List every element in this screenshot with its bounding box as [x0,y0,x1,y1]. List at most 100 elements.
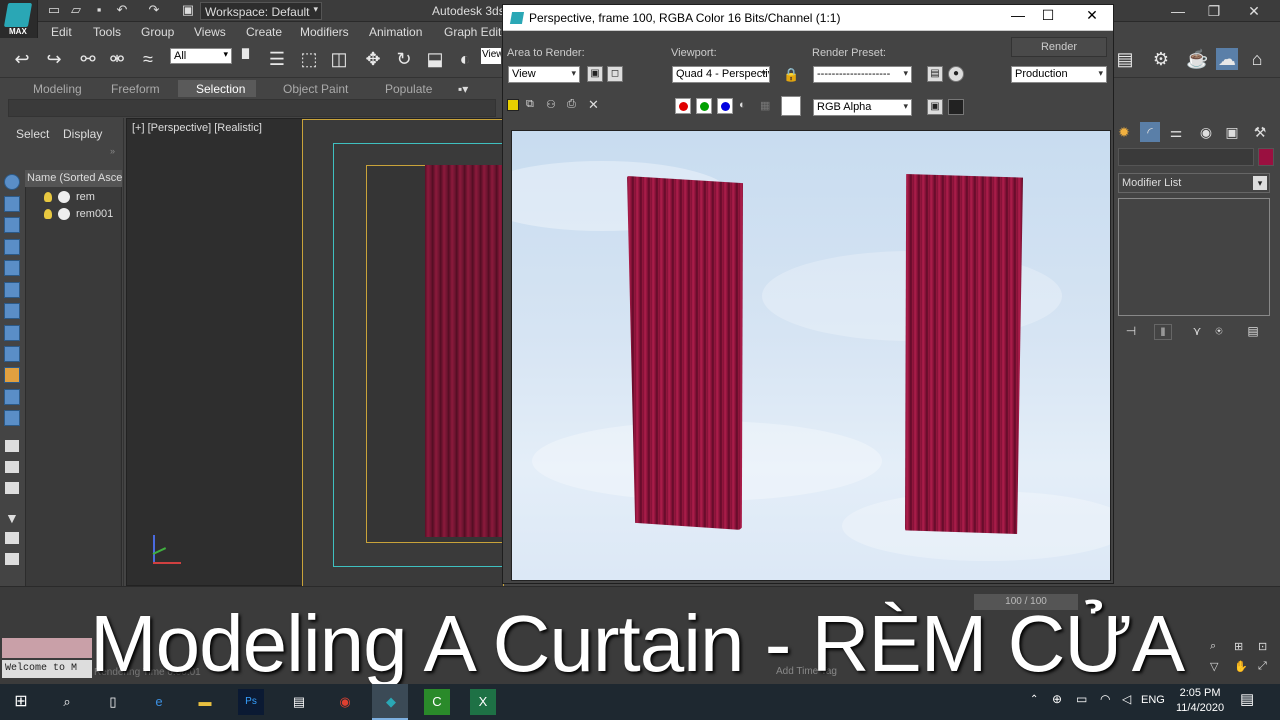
modify-tab-icon[interactable]: ◜ [1140,122,1160,142]
hierarchy-icon[interactable] [5,461,19,473]
chrome-icon[interactable]: ◉ [332,689,358,715]
close-icon[interactable]: ✕ [1236,2,1272,20]
rotate-icon[interactable]: ↻ [393,48,415,70]
light-bulb-icon[interactable] [44,192,52,202]
menu-group[interactable]: Group [141,25,174,39]
display-tab-icon[interactable]: ▣ [1222,122,1242,142]
windows-start-icon[interactable]: ⊞ [8,689,34,715]
bind-space-warp-icon[interactable]: ≈ [137,48,159,70]
task-view-icon[interactable]: ▯ [100,689,126,715]
document-icon[interactable]: ▤ [286,689,312,715]
undo-icon[interactable]: ↩ [11,48,33,70]
auto-region-icon[interactable]: ◻ [607,66,623,82]
window-crossing-icon[interactable]: ◫ [328,48,350,70]
3dsmax-taskbar-icon[interactable]: ◆ [378,689,404,715]
collapse-icon[interactable]: » [110,146,115,156]
lock-icon[interactable]: 🔒 [783,67,799,83]
display-containers-icon[interactable] [4,389,20,405]
photoshop-icon[interactable]: Ps [238,689,264,715]
menu-edit[interactable]: Edit [51,25,72,39]
volume-icon[interactable]: ◁ [1122,692,1131,706]
zoom-extents-icon[interactable]: ⊡ [1258,640,1267,653]
close-icon[interactable]: ✕ [1077,7,1107,23]
create-tab-icon[interactable]: ✹ [1114,122,1134,142]
tab-modeling[interactable]: Modeling [33,82,82,96]
menu-modifiers[interactable]: Modifiers [300,25,349,39]
file-explorer-icon[interactable]: ▬ [192,689,218,715]
placement-icon[interactable]: ◐ [454,48,476,70]
teapot-icon[interactable]: ⌂ [1246,48,1268,70]
display-geometry-icon[interactable] [4,196,20,212]
maximize-icon[interactable]: ☐ [1033,7,1063,23]
viewport-dropdown[interactable]: Quad 4 - Perspective ▾ [672,66,770,83]
production-dropdown[interactable]: Production ▾ [1011,66,1107,83]
menu-views[interactable]: Views [194,25,226,39]
toggle-ui-icon[interactable]: ▣ [927,99,943,115]
display-spacewarps-icon[interactable] [4,303,20,319]
maxscript-listener[interactable] [2,638,92,658]
print-image-icon[interactable]: ⎙ [567,98,576,111]
zoom-all-icon[interactable]: ⊞ [1234,640,1243,653]
selection-filter-dropdown[interactable]: All ▾ [170,48,232,64]
search-icon[interactable]: ⌕ [54,689,80,715]
filter-icon[interactable]: ▼ [5,510,19,526]
display-helpers-icon[interactable] [4,282,20,298]
tab-freeform[interactable]: Freeform [111,82,160,96]
light-bulb-icon[interactable] [44,209,52,219]
minimize-icon[interactable]: — [1160,2,1196,20]
motion-tab-icon[interactable]: ◉ [1196,122,1216,142]
pan-icon[interactable]: ✋ [1234,660,1248,673]
list-item[interactable]: rem [44,190,122,206]
clear-icon[interactable]: ✕ [588,97,599,113]
configure-sets-icon[interactable]: ▤ [1244,324,1262,340]
viewport-label[interactable]: [+] [Perspective] [Realistic] [132,122,262,134]
zoom-icon[interactable]: ⌕ [1210,640,1216,653]
display-shapes-icon[interactable] [4,217,20,233]
display-none-icon[interactable] [4,174,20,190]
hierarchy-tab-icon[interactable]: ⚌ [1166,122,1186,142]
render-frame-window-icon[interactable]: ⚙ [1150,48,1172,70]
display-channel-dropdown[interactable]: RGB Alpha ▾ [813,99,912,116]
save-file-icon[interactable]: ▪ [91,3,107,17]
ribbon-options-icon[interactable]: ▪▾ [458,82,468,96]
tab-object-paint[interactable]: Object Paint [283,82,348,96]
area-to-render-dropdown[interactable]: View ▾ [508,66,580,83]
redo-icon[interactable]: ↷ [146,3,162,17]
maximize-viewport-icon[interactable]: ⤢ [1258,660,1267,673]
tray-chevron-icon[interactable]: ⌃ [1030,694,1038,705]
list-item[interactable]: rem001 [44,207,122,223]
name-column-header[interactable]: Name (Sorted Ascending) [25,170,122,187]
render-preset-dropdown[interactable]: -------------------- ▾ [813,66,912,83]
display-frozen-icon[interactable] [4,410,20,426]
app-logo[interactable]: MAX [0,0,38,38]
wifi-icon[interactable]: ◠ [1100,692,1110,706]
copy-image-icon[interactable]: ⧉ [526,98,534,111]
color-swatch[interactable] [781,96,801,116]
redo-icon[interactable]: ↪ [43,48,65,70]
modifier-stack[interactable] [1118,198,1270,316]
render-setup-icon[interactable]: ▤ [927,66,943,82]
tab-populate[interactable]: Populate [385,82,432,96]
restore-icon[interactable]: ❐ [1196,2,1232,20]
object-name-field[interactable] [1118,148,1254,166]
green-channel-toggle[interactable] [696,98,712,114]
display-xrefs-icon[interactable] [4,346,20,362]
maxscript-mini-listener[interactable]: Welcome to M [2,660,92,678]
alpha-channel-icon[interactable]: ◐ [739,99,746,111]
layer-icon[interactable] [5,482,19,494]
minimize-icon[interactable]: — [1003,7,1033,23]
tab-display[interactable]: Display [63,127,102,141]
language-indicator[interactable]: ENG [1141,694,1165,706]
rendered-image[interactable] [511,130,1111,581]
camtasia-icon[interactable]: C [424,689,450,715]
battery-icon[interactable]: ▭ [1076,692,1087,706]
edge-icon[interactable]: e [146,689,172,715]
display-groups-icon[interactable] [4,325,20,341]
select-by-name-icon[interactable]: ☰ [266,48,288,70]
new-file-icon[interactable]: ▭ [46,3,62,17]
visibility-icon[interactable] [58,208,70,220]
display-cameras-icon[interactable] [4,260,20,276]
network-icon[interactable]: ⊕ [1052,692,1062,706]
menu-tools[interactable]: Tools [93,25,121,39]
move-icon[interactable]: ✥ [362,48,384,70]
